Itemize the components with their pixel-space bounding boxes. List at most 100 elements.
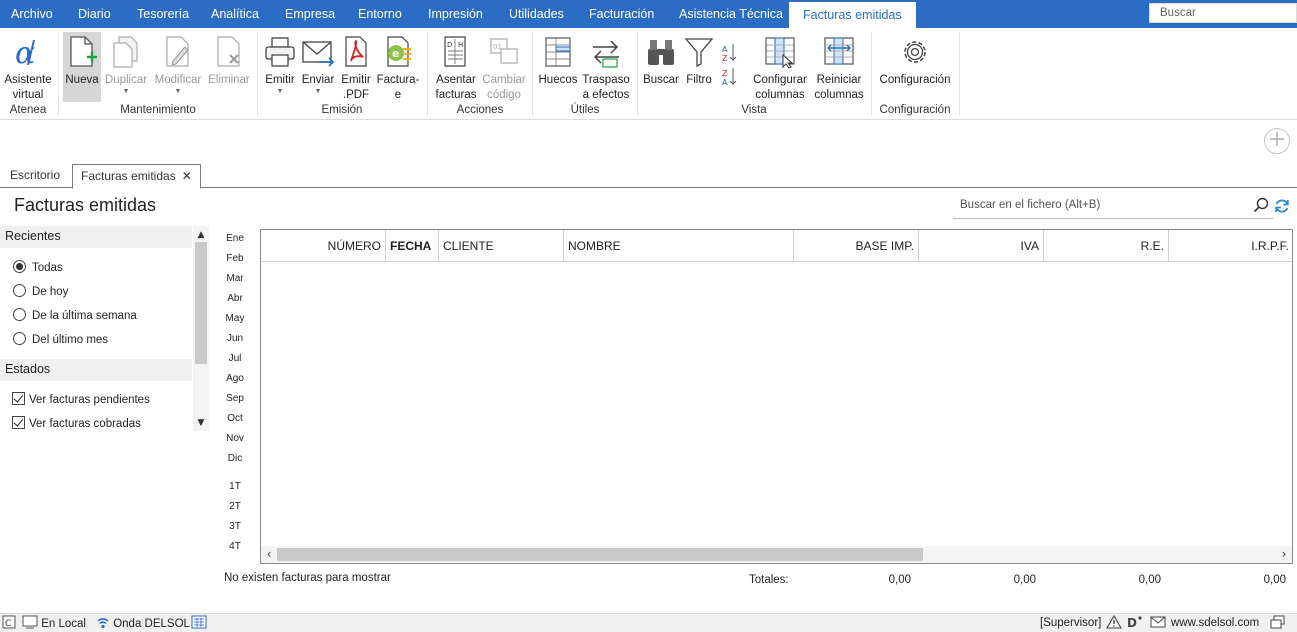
emitir-button[interactable]: Emitir ▼ (262, 32, 298, 102)
huecos-button[interactable]: Huecos (537, 32, 579, 102)
month-item[interactable]: Mar (218, 273, 252, 284)
month-item[interactable]: Nov (218, 433, 252, 444)
asistente-label-1: Asistente (4, 74, 52, 86)
column-nombre[interactable]: NOMBRE (564, 230, 794, 262)
asistente-virtual-button[interactable]: α Asistente virtual (2, 32, 54, 102)
asentar-facturas-button[interactable]: D H Asentar facturas (432, 32, 480, 102)
check-facturas-cobradas[interactable]: Ver facturas cobradas (12, 416, 141, 434)
radio-button[interactable] (13, 308, 26, 321)
menu-tab-utilidades[interactable]: Utilidades (509, 0, 564, 28)
d-icon[interactable]: D (1126, 615, 1144, 632)
month-item[interactable]: Feb (218, 253, 252, 264)
calculator-icon[interactable] (191, 615, 207, 632)
onda-label: Onda DELSOL (113, 618, 190, 630)
website-link[interactable]: www.sdelsol.com (1171, 615, 1259, 632)
month-item[interactable]: Abr (218, 293, 252, 304)
menu-tab-empresa[interactable]: Empresa (285, 0, 335, 28)
quarter-item[interactable]: 3T (218, 521, 252, 532)
left-panel-scrollbar[interactable]: ▲ ▼ (193, 226, 209, 431)
column-irpf[interactable]: I.R.P.F. (1169, 230, 1292, 262)
buscar-button[interactable]: Buscar (641, 32, 681, 102)
ribbon-separator (257, 32, 258, 116)
configurar-columnas-button[interactable]: Configurar columnas (750, 32, 810, 102)
scrollbar-thumb[interactable] (277, 548, 923, 561)
column-cliente[interactable]: CLIENTE (439, 230, 564, 262)
month-item[interactable]: Jul (218, 353, 252, 364)
enviar-button[interactable]: Enviar ▼ (300, 32, 336, 102)
checkbox[interactable] (12, 392, 25, 405)
column-re[interactable]: R.E. (1044, 230, 1169, 262)
menu-tab-analitica[interactable]: Analítica (211, 0, 259, 28)
global-search-input[interactable]: Buscar (1149, 3, 1297, 23)
menu-tab-impresion[interactable]: Impresión (428, 0, 483, 28)
sort-buttons[interactable]: A Z Z A (718, 32, 740, 102)
cambiar-codigo-button[interactable]: 01 Cambiar código (481, 32, 527, 102)
reiniciar-columnas-button[interactable]: Reiniciar columnas (811, 32, 867, 102)
menu-tab-archivo[interactable]: Archivo (11, 0, 53, 28)
eliminar-button[interactable]: Eliminar (206, 32, 252, 102)
modificar-button[interactable]: Modificar ▼ (152, 32, 204, 102)
section-recientes[interactable]: Recientes (0, 226, 192, 248)
checkbox-label: Ver facturas pendientes (29, 394, 150, 406)
nueva-button[interactable]: Nueva (63, 32, 101, 102)
grid-horizontal-scrollbar[interactable]: ‹ › (261, 546, 1292, 563)
filtro-button[interactable]: Filtro (682, 32, 716, 102)
radio-todas[interactable]: Todas (13, 260, 63, 278)
configuracion-button[interactable]: Configuración (875, 32, 955, 102)
binoculars-icon (648, 40, 674, 65)
section-estados[interactable]: Estados (0, 359, 192, 381)
month-item[interactable]: Sep (218, 393, 252, 404)
window-restore-icon[interactable] (1270, 615, 1286, 632)
scroll-right-icon[interactable]: › (1277, 546, 1291, 563)
checkbox[interactable] (12, 416, 25, 429)
total-base-imp: 0,00 (888, 574, 911, 586)
asentar-label-2: facturas (435, 89, 477, 101)
column-fecha[interactable]: FECHA (386, 230, 439, 262)
radio-button[interactable] (13, 332, 26, 345)
month-item[interactable]: Oct (218, 413, 252, 424)
quarter-item[interactable]: 1T (218, 481, 252, 492)
radio-ultimo-mes[interactable]: Del último mes (13, 332, 108, 350)
check-facturas-pendientes[interactable]: Ver facturas pendientes (12, 392, 150, 410)
month-item[interactable]: May (218, 313, 252, 324)
duplicar-button[interactable]: Duplicar ▼ (103, 32, 149, 102)
facturae-button[interactable]: e Factura- e (376, 32, 420, 102)
month-item[interactable]: Jun (218, 333, 252, 344)
scroll-down-icon[interactable]: ▼ (193, 416, 209, 430)
add-window-icon[interactable]: + (1264, 128, 1290, 154)
tab-facturas-emitidas[interactable]: Facturas emitidas ✕ (72, 164, 201, 189)
radio-ultima-semana[interactable]: De la última semana (13, 308, 137, 326)
scroll-left-icon[interactable]: ‹ (262, 546, 276, 563)
warning-icon[interactable] (1106, 614, 1122, 632)
menu-tab-tesoreria[interactable]: Tesorería (137, 0, 189, 28)
month-item[interactable]: Dic (218, 453, 252, 464)
sort-az-icon: A Z Z A (722, 44, 737, 87)
emitir-pdf-button[interactable]: Emitir .PDF (338, 32, 374, 102)
column-base-imp[interactable]: BASE IMP. (794, 230, 919, 262)
column-numero[interactable]: NÚMERO (261, 230, 386, 262)
month-item[interactable]: Ene (218, 233, 252, 244)
radio-de-hoy[interactable]: De hoy (13, 284, 68, 302)
quarter-item[interactable]: 2T (218, 501, 252, 512)
refresh-icon[interactable] (1274, 198, 1290, 214)
menu-tab-diario[interactable]: Diario (78, 0, 111, 28)
scroll-up-icon[interactable]: ▲ (193, 228, 209, 242)
filtro-label: Filtro (686, 74, 712, 86)
onda-delsol-indicator[interactable]: Onda DELSOL (96, 615, 190, 632)
month-item[interactable]: Ago (218, 373, 252, 384)
quarter-item[interactable]: 4T (218, 541, 252, 552)
search-icon[interactable] (1253, 197, 1269, 213)
menu-tab-facturacion[interactable]: Facturación (589, 0, 654, 28)
radio-button[interactable] (13, 284, 26, 297)
close-icon[interactable]: ✕ (182, 169, 192, 183)
tab-escritorio[interactable]: Escritorio (2, 164, 68, 188)
file-search-input[interactable]: Buscar en el fichero (Alt+B) (953, 193, 1273, 219)
menu-tab-entorno[interactable]: Entorno (358, 0, 402, 28)
column-iva[interactable]: IVA (919, 230, 1044, 262)
scrollbar-thumb[interactable] (195, 242, 207, 364)
menu-tab-facturas-emitidas[interactable]: Facturas emitidas (789, 2, 916, 28)
traspaso-efectos-button[interactable]: Traspaso a efectos (580, 32, 632, 102)
radio-button[interactable] (13, 260, 26, 273)
menu-tab-asistencia[interactable]: Asistencia Técnica (679, 0, 783, 28)
mail-icon[interactable] (1150, 615, 1166, 632)
